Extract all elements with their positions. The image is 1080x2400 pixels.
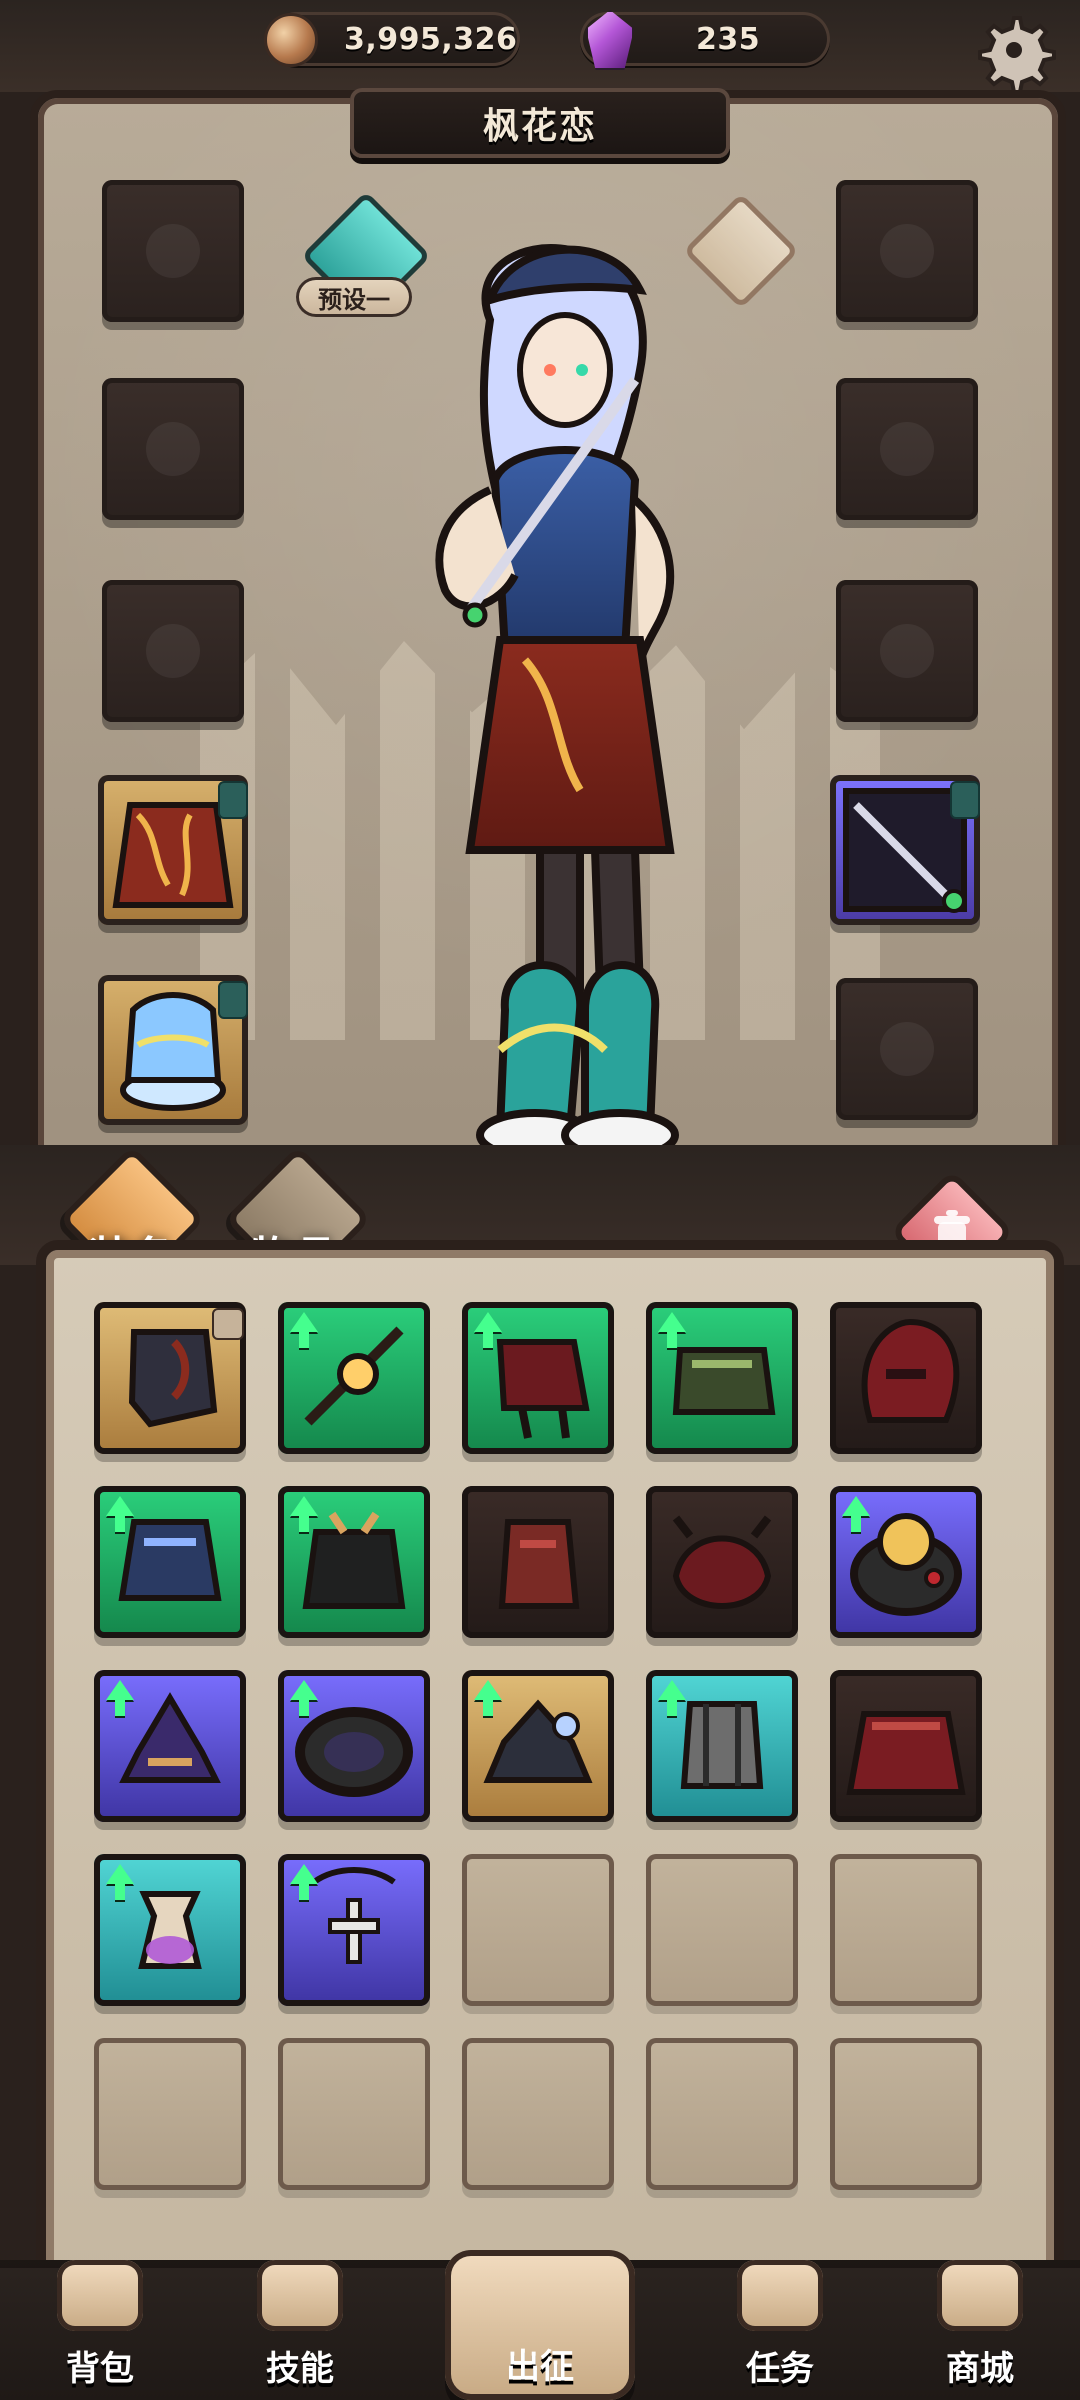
up-arrow-stem (483, 1330, 493, 1348)
equip-slot-shield[interactable] (836, 978, 978, 1120)
inventory-item[interactable] (646, 1302, 798, 1454)
up-arrow-icon (106, 1496, 134, 1516)
inventory-item[interactable] (462, 1670, 614, 1822)
inventory-item[interactable] (278, 1854, 430, 2006)
equip-slot-helmet[interactable] (102, 180, 244, 322)
equip-slot-armor[interactable] (102, 378, 244, 520)
lock-icon (212, 1308, 244, 1340)
inventory-slot[interactable] (278, 2038, 430, 2190)
bag-icon (57, 2260, 143, 2331)
character-illustration (435, 244, 679, 1161)
inventory-item[interactable] (646, 1670, 798, 1822)
up-arrow-stem (115, 1514, 125, 1532)
up-arrow-icon (106, 1680, 134, 1700)
inventory-item[interactable] (462, 1486, 614, 1638)
top-hud (0, 0, 1080, 92)
skills-icon (257, 2260, 343, 2331)
nav-bag-label: 背包 (66, 2349, 134, 2389)
gem-icon (586, 10, 634, 70)
up-arrow-stem (115, 1698, 125, 1716)
inventory-item[interactable] (830, 1670, 982, 1822)
inventory-item[interactable] (94, 1854, 246, 2006)
equipped-badge (950, 781, 980, 819)
nav-expedition-label: 出征 (506, 2347, 574, 2387)
inventory-item[interactable] (830, 1302, 982, 1454)
inventory-item[interactable] (278, 1486, 430, 1638)
inventory-grid (94, 1302, 994, 2202)
nav-bag[interactable]: 背包 (10, 2260, 190, 2400)
up-arrow-icon (474, 1312, 502, 1332)
equipped-skirt[interactable] (98, 775, 248, 925)
equip-slot-ring-1[interactable] (836, 378, 978, 520)
up-arrow-icon (106, 1864, 134, 1884)
up-arrow-stem (851, 1514, 861, 1532)
nav-expedition[interactable]: 出征 (435, 2210, 645, 2400)
up-arrow-icon (290, 1312, 318, 1332)
inventory-item[interactable] (94, 1302, 246, 1454)
equipped-boots[interactable] (98, 975, 248, 1125)
gear-icon (978, 16, 1056, 94)
hood-icon (861, 1318, 960, 1423)
settings-button[interactable] (972, 8, 1056, 94)
up-arrow-icon (474, 1680, 502, 1700)
equipped-weapon[interactable] (830, 775, 980, 925)
inventory-item[interactable] (830, 1486, 982, 1638)
nav-shop-label: 商城 (946, 2349, 1014, 2389)
character-portrait (350, 230, 750, 1190)
inventory-slot[interactable] (462, 1854, 614, 2006)
inventory-item[interactable] (278, 1670, 430, 1822)
up-arrow-icon (290, 1496, 318, 1516)
equip-slot-ring-2[interactable] (836, 580, 978, 722)
inventory-item[interactable] (646, 1486, 798, 1638)
inventory-slot[interactable] (462, 2038, 614, 2190)
inventory-item[interactable] (278, 1302, 430, 1454)
equip-slot-gloves[interactable] (102, 580, 244, 722)
nav-quests-label: 任务 (746, 2349, 814, 2389)
up-arrow-stem (299, 1514, 309, 1532)
expedition-icon: 出征 (445, 2250, 635, 2400)
gem-value: 235 (696, 22, 761, 57)
gold-coin-icon (264, 13, 318, 67)
inventory-item[interactable] (94, 1486, 246, 1638)
gem-currency[interactable]: 235 (580, 10, 830, 70)
up-arrow-icon (842, 1496, 870, 1516)
up-arrow-stem (299, 1882, 309, 1900)
up-arrow-stem (483, 1698, 493, 1716)
up-arrow-icon (290, 1680, 318, 1700)
nav-skills-label: 技能 (266, 2349, 334, 2389)
inventory-item[interactable] (94, 1670, 246, 1822)
up-arrow-stem (667, 1330, 677, 1348)
nav-shop[interactable]: 商城 (890, 2260, 1070, 2400)
equipped-badge (218, 981, 248, 1019)
up-arrow-stem (115, 1882, 125, 1900)
gold-value: 3,995,326 (344, 22, 518, 57)
gold-currency[interactable]: 3,995,326 (264, 12, 520, 67)
up-arrow-icon (290, 1864, 318, 1884)
inventory-item[interactable] (462, 1302, 614, 1454)
inventory-slot[interactable] (830, 1854, 982, 2006)
up-arrow-stem (299, 1698, 309, 1716)
character-name: 枫花恋 (482, 106, 597, 147)
nav-quests[interactable]: 任务 (690, 2260, 870, 2400)
shop-icon (937, 2260, 1023, 2331)
inventory-slot[interactable] (646, 1854, 798, 2006)
nav-skills[interactable]: 技能 (210, 2260, 390, 2400)
inventory-slot[interactable] (830, 2038, 982, 2190)
quests-icon (737, 2260, 823, 2331)
demon-mask-icon (672, 1515, 772, 1609)
skirt-icon (846, 1711, 966, 1795)
equip-slot-necklace[interactable] (836, 180, 978, 322)
up-arrow-icon (658, 1312, 686, 1332)
up-arrow-stem (667, 1698, 677, 1716)
up-arrow-icon (658, 1680, 686, 1700)
inventory-slot[interactable] (94, 2038, 246, 2190)
boots-icon (498, 1519, 580, 1609)
inventory-slot[interactable] (646, 2038, 798, 2190)
up-arrow-stem (299, 1330, 309, 1348)
equipped-badge (218, 781, 248, 819)
